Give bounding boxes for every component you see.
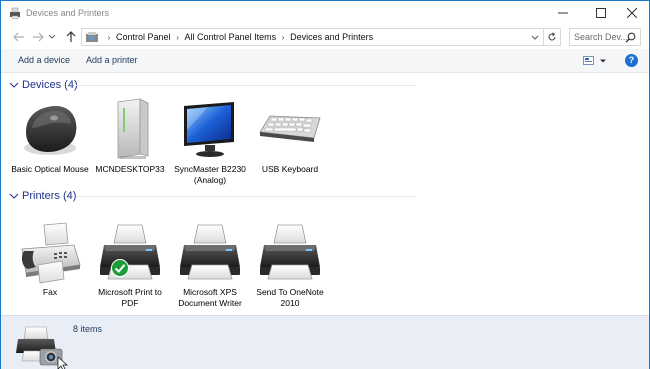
up-arrow-icon [66,31,76,42]
monitor-icon [184,102,234,157]
fax-icon [21,222,81,284]
change-view-button[interactable] [583,55,609,67]
command-bar: Add a device Add a printer ? [1,49,649,73]
refresh-icon [548,32,556,41]
group-label-printers: Printers (4) [22,190,77,202]
details-pane: 8 items [1,315,649,369]
device-item-syncmaster-b2230[interactable]: SyncMaster B2230 (Analog) [169,98,251,194]
breadcrumb: › Control Panel › All Control Panel Item… [104,29,375,45]
search-placeholder: Search Dev... [574,32,628,42]
printer-item-send-to-onenote-2010[interactable]: Send To OneNote 2010 [249,221,331,317]
control-panel-icon [85,31,99,44]
address-history-button[interactable] [530,32,540,42]
search-box[interactable]: Search Dev... [569,28,641,46]
add-device-button[interactable]: Add a device [18,55,70,65]
recent-locations-button[interactable] [47,29,57,45]
chevron-down-icon [48,34,56,39]
keyboard-icon [259,115,321,142]
breadcrumb-separator-icon[interactable]: › [278,33,288,42]
computer-icon [117,98,149,159]
device-item-usb-keyboard[interactable]: USB Keyboard [249,98,331,194]
search-icon[interactable] [625,32,636,43]
minimize-icon [558,12,568,14]
view-options-icon [583,56,606,65]
items-view: Devices (4) Basic Optical Mouse MCNDESKT… [1,74,649,315]
back-arrow-icon [13,32,24,42]
default-printer-check-icon [111,259,129,277]
printer-item-microsoft-print-to-pdf[interactable]: Microsoft Print to PDF [89,221,171,317]
address-bar[interactable]: › Control Panel › All Control Panel Item… [81,28,561,46]
maximize-button[interactable] [584,1,618,25]
maximize-icon [596,8,606,18]
device-item-basic-optical-mouse[interactable]: Basic Optical Mouse [9,98,91,194]
help-button[interactable]: ? [625,54,638,67]
forward-button[interactable] [30,29,46,45]
chevron-down-icon [9,82,19,88]
breadcrumb-all-items[interactable]: All Control Panel Items [183,32,279,42]
window-title: Devices and Printers [26,8,110,18]
printer-icon [178,221,242,285]
title-bar[interactable]: Devices and Printers [1,1,649,25]
device-label: MCNDESKTOP33 [95,164,165,174]
add-printer-button[interactable]: Add a printer [86,55,138,65]
breadcrumb-separator-icon: › [107,32,111,42]
printer-icon [98,221,162,285]
group-header-devices[interactable]: Devices (4) [9,78,78,92]
group-header-printers[interactable]: Printers (4) [9,189,76,203]
group-divider [76,196,416,197]
minimize-button[interactable] [546,1,580,25]
printer-item-fax[interactable]: Fax [9,221,91,317]
breadcrumb-control-panel[interactable]: Control Panel [114,32,173,42]
printer-icon [258,221,322,285]
breadcrumb-devices-and-printers[interactable]: Devices and Printers [288,32,375,42]
device-label: Basic Optical Mouse [11,164,89,174]
device-label: SyncMaster B2230 (Analog) [174,164,246,185]
refresh-button[interactable] [543,29,560,45]
devices-printers-icon [9,7,21,19]
devices-and-printers-window: Devices and Printers › Control Panel › A… [0,0,650,369]
navigation-bar: › Control Panel › All Control Panel Item… [1,25,649,49]
back-button[interactable] [11,29,27,45]
devices-printers-icon [16,326,68,369]
device-item-mcndesktop33[interactable]: MCNDESKTOP33 [89,98,171,194]
chevron-down-icon [531,35,539,40]
up-button[interactable] [63,29,79,45]
printer-label: Microsoft Print to PDF [98,287,162,308]
printer-label: Fax [42,287,58,297]
printer-item-microsoft-xps-document-writer[interactable]: Microsoft XPS Document Writer [169,221,251,317]
mouse-icon [24,106,77,155]
printer-label: Microsoft XPS Document Writer [178,287,242,308]
item-count: 8 items [73,324,103,334]
breadcrumb-separator-icon[interactable]: › [173,33,183,42]
chevron-down-icon [9,193,19,199]
group-label-devices: Devices (4) [22,79,78,91]
close-button[interactable] [615,1,649,25]
close-icon [627,8,637,18]
forward-arrow-icon [33,32,44,42]
group-divider [76,85,416,86]
device-label: USB Keyboard [261,164,319,174]
printer-label: Send To OneNote 2010 [256,287,324,308]
